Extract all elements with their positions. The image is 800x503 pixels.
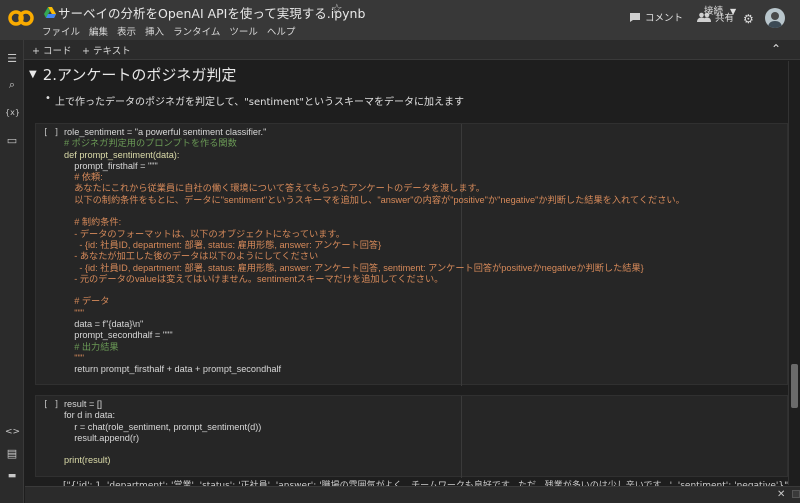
code-line: prompt_firsthalf = """: [64, 160, 158, 171]
folder-icon[interactable]: ▭: [5, 134, 19, 148]
comment-icon: [630, 12, 640, 22]
add-text-button[interactable]: + テキスト: [82, 43, 131, 57]
ruler-line: [461, 396, 462, 478]
code-snippets-icon[interactable]: <>: [5, 425, 20, 439]
code-line: - あなたが加工した後のデータは以下のようにしてください: [64, 251, 319, 262]
code-line: """: [64, 352, 84, 363]
section-heading[interactable]: ▼ 2.アンケートのポジネガ判定: [29, 64, 236, 85]
code-line: """: [64, 307, 84, 318]
left-sidebar: ☰ ⌕ {x} ▭ <> ▤ ▬: [0, 40, 24, 503]
section-bullet: 上で作ったデータのポジネガを判定して、"sentiment"というスキーマをデー…: [45, 93, 464, 108]
comment-button[interactable]: コメント: [629, 10, 683, 24]
run-cell-button[interactable]: [ ]: [43, 400, 59, 410]
code-line: role_sentiment = "a powerful sentiment c…: [64, 127, 267, 137]
code-line: def prompt_sentiment(data):: [64, 149, 180, 160]
status-bar: ✕: [25, 486, 800, 503]
code-line: for d in data:: [64, 410, 116, 421]
menu-insert[interactable]: 挿入: [145, 24, 164, 38]
variables-icon[interactable]: {x}: [5, 106, 20, 120]
settings-gear-icon[interactable]: ⚙: [743, 12, 754, 26]
code-line: あなたにこれから従業員に自社の働く環境について答えてもらったアンケートのデータを…: [64, 183, 485, 194]
code-editor[interactable]: result = [] for d in data: r = chat(role…: [64, 399, 261, 467]
toolbar-chevron-up-icon[interactable]: ⌃: [771, 42, 781, 56]
code-line: # 制約条件:: [64, 217, 122, 228]
code-line: - データのフォーマットは、以下のオブジェクトになっています。: [64, 228, 345, 239]
code-cell[interactable]: [ ] role_sentiment = "a powerful sentime…: [35, 123, 788, 386]
menu-help[interactable]: ヘルプ: [267, 24, 296, 38]
code-line: data = f"{data}\n": [64, 319, 144, 330]
toolbar: + コード + テキスト: [24, 40, 800, 60]
menu-runtime[interactable]: ランタイム: [173, 24, 220, 38]
code-line: - 元のデータのvalueは変えてはいけません。sentimentスキーマだけを…: [64, 273, 444, 284]
code-cell[interactable]: [ ] result = [] for d in data: r = chat(…: [35, 395, 788, 478]
code-line: result = []: [64, 399, 103, 409]
notebook-main: ▼ 2.アンケートのポジネガ判定 上で作ったデータのポジネガを判定して、"sen…: [25, 61, 788, 503]
code-line: prompt_secondhalf = """: [64, 330, 173, 341]
add-code-button[interactable]: + コード: [32, 43, 71, 57]
menu-view[interactable]: 表示: [117, 24, 136, 38]
table-of-contents-icon[interactable]: ☰: [5, 52, 19, 66]
menu-file[interactable]: ファイル: [42, 24, 80, 38]
search-icon[interactable]: ⌕: [5, 78, 19, 92]
code-line: - {id: 社員ID, department: 部署, status: 雇用形…: [64, 262, 644, 273]
code-line: # 出力結果: [64, 341, 119, 352]
command-palette-icon[interactable]: ▤: [5, 447, 19, 461]
connect-button[interactable]: 接続 ▼: [704, 3, 736, 17]
code-line: r = chat(role_sentiment, prompt_sentimen…: [64, 421, 262, 432]
notebook-title[interactable]: サーベイの分析をOpenAI APIを使って実現する.ipynb: [58, 3, 365, 22]
code-editor[interactable]: role_sentiment = "a powerful sentiment c…: [64, 127, 685, 376]
code-line: result.append(r): [64, 432, 140, 443]
code-line: return prompt_firsthalf + data + prompt_…: [64, 364, 282, 375]
scrollbar-track[interactable]: [788, 61, 800, 485]
menu-bar: ファイル 編集 表示 挿入 ランタイム ツール ヘルプ: [42, 24, 304, 38]
code-line: print(result): [64, 455, 111, 466]
avatar[interactable]: [765, 8, 785, 28]
menu-tools[interactable]: ツール: [229, 24, 258, 38]
chevron-down-icon[interactable]: ▼: [29, 69, 37, 80]
code-line: # データ: [64, 296, 110, 307]
colab-logo[interactable]: [8, 9, 34, 27]
code-line: 以下の制約条件をもとに、データに"sentiment"というスキーマを追加し、"…: [64, 194, 685, 205]
drive-icon[interactable]: [44, 7, 56, 18]
app-header: サーベイの分析をOpenAI APIを使って実現する.ipynb ☆ ファイル …: [0, 0, 800, 40]
code-line: - {id: 社員ID, department: 部署, status: 雇用形…: [64, 239, 382, 250]
menu-edit[interactable]: 編集: [89, 24, 108, 38]
terminal-icon[interactable]: ▬: [5, 469, 19, 483]
status-indicator-icon: [792, 490, 800, 498]
run-cell-button[interactable]: [ ]: [43, 128, 59, 138]
scrollbar-thumb[interactable]: [791, 364, 798, 408]
close-icon[interactable]: ✕: [777, 489, 785, 500]
chevron-down-icon: ▼: [730, 7, 737, 16]
code-line: # 依頼:: [64, 172, 103, 183]
code-line: # ポジネガ判定用のプロンプトを作る関数: [64, 138, 237, 149]
star-icon[interactable]: ☆: [331, 2, 343, 17]
